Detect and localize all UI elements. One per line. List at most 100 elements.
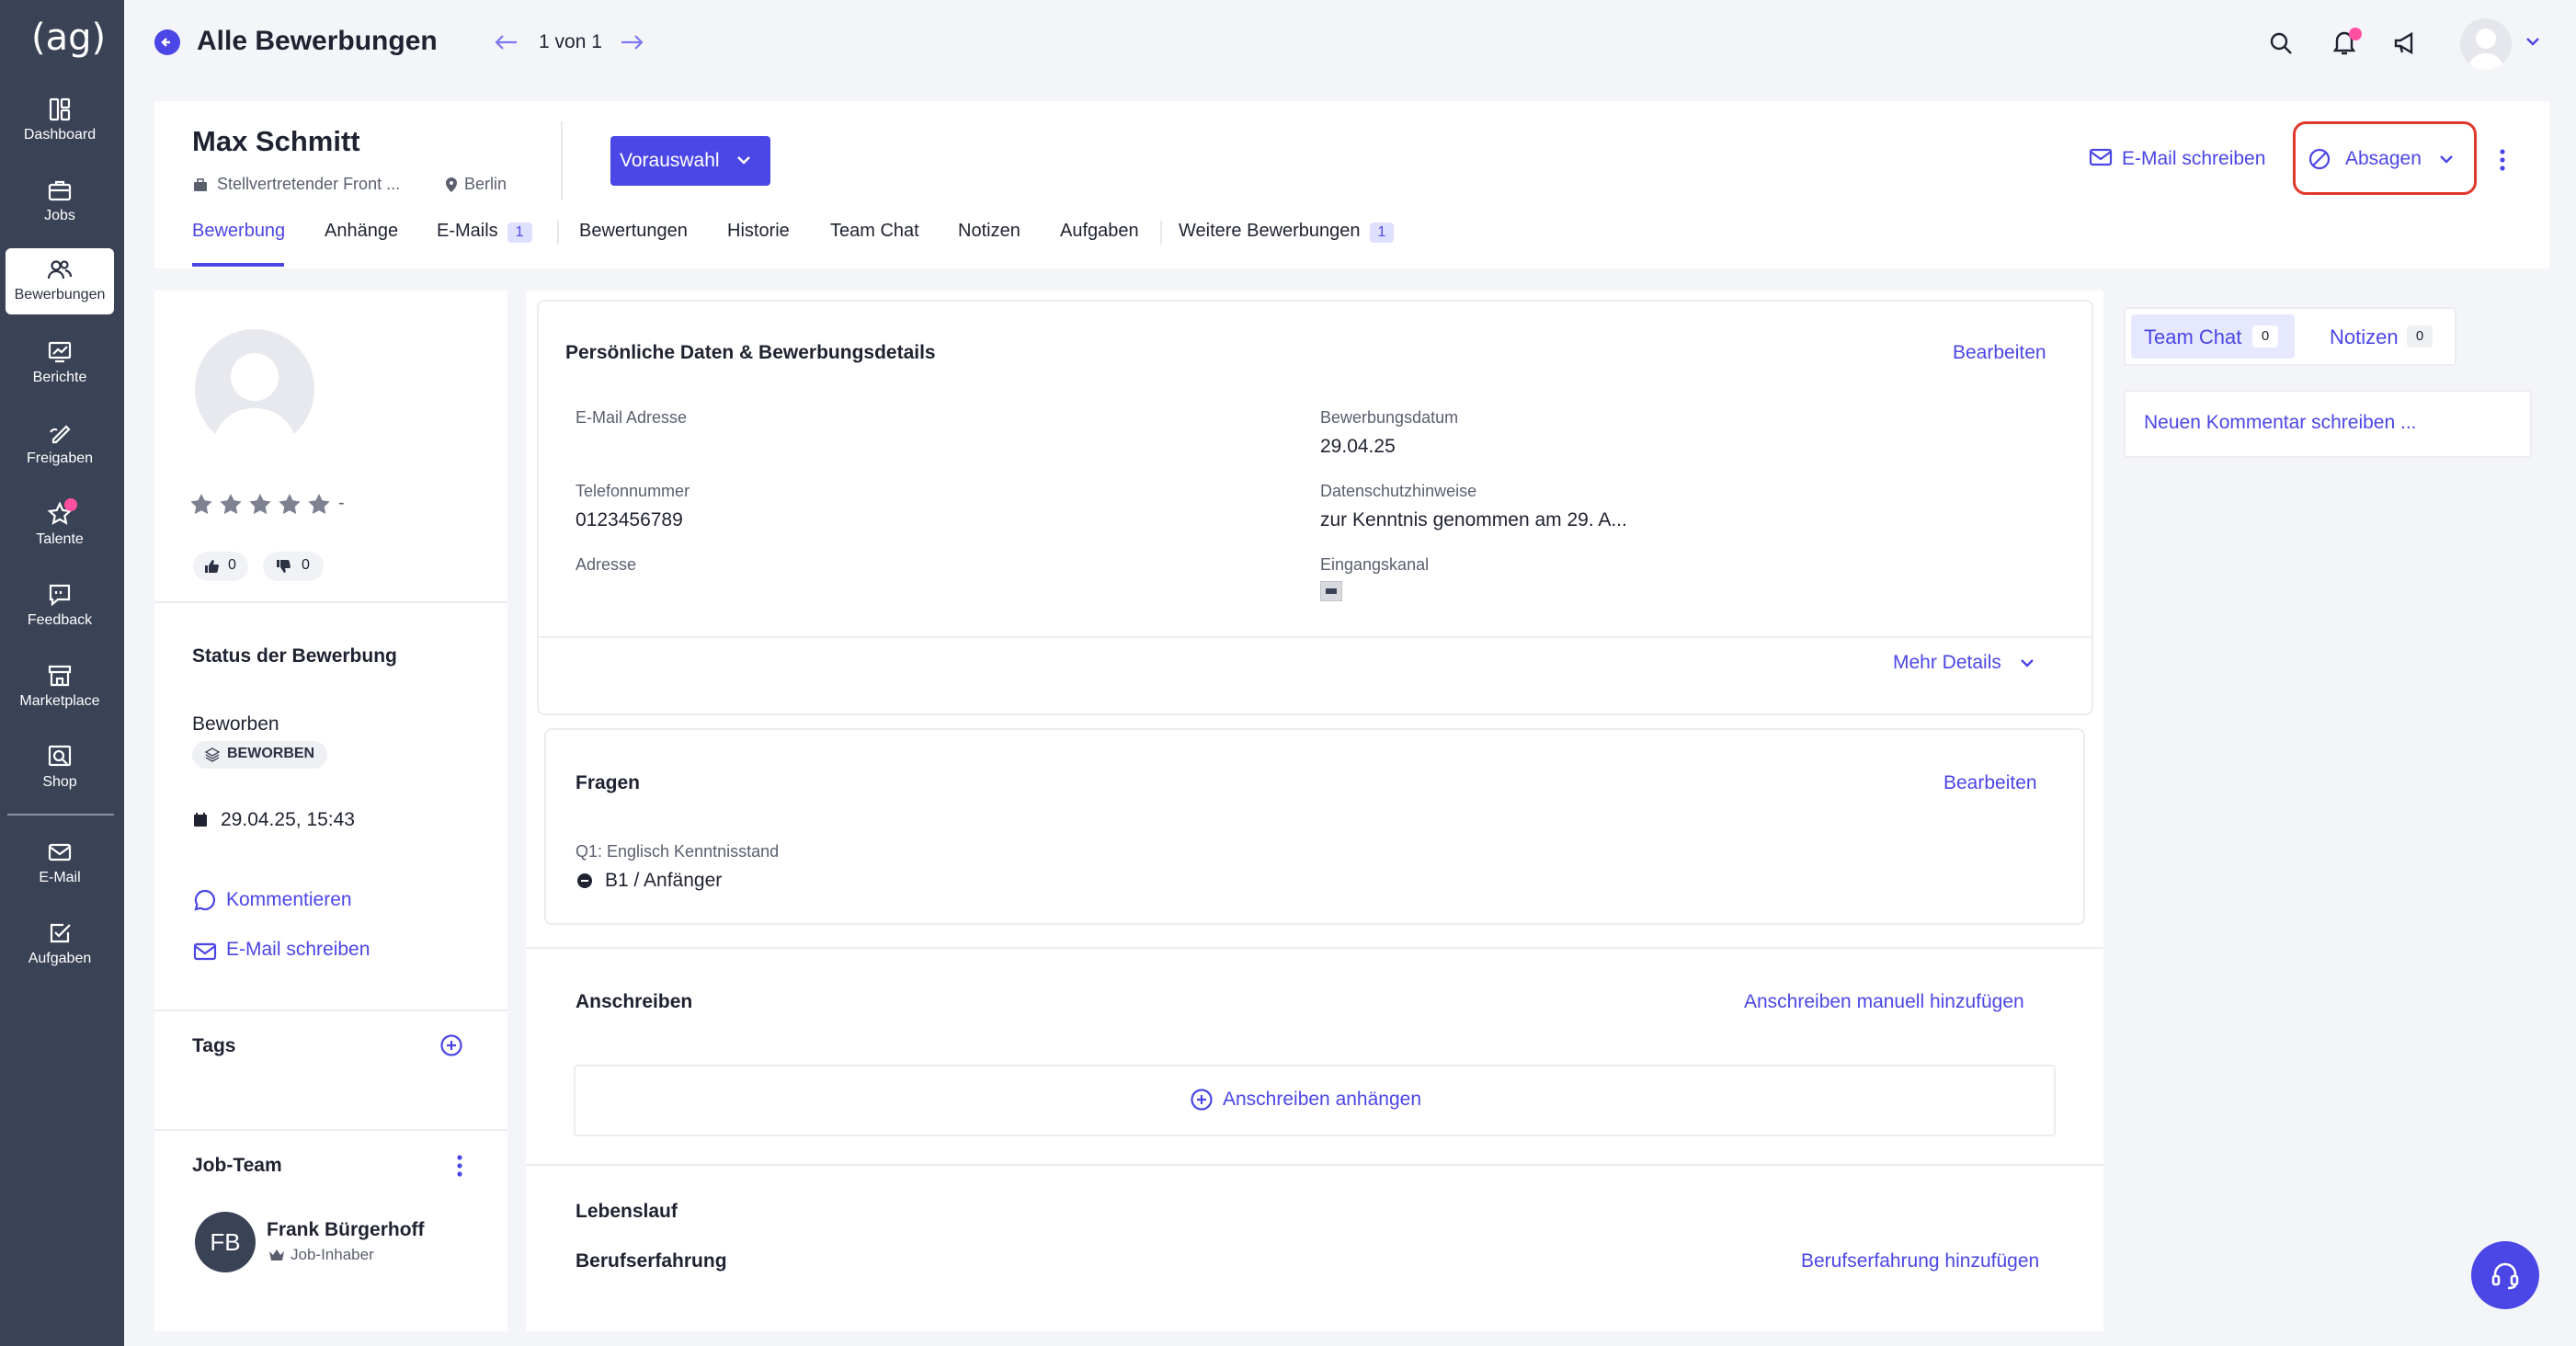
field-label: Datenschutzhinweise (1320, 482, 1477, 500)
status-badge: BEWORBEN (192, 741, 328, 769)
reject-button[interactable]: Absagen (2345, 148, 2422, 170)
mail-icon (193, 941, 217, 962)
tab-emails[interactable]: E-Mails 1 (437, 221, 532, 243)
comment-link[interactable]: Kommentieren (226, 889, 352, 911)
divider (557, 221, 559, 245)
sidebar-item-label: Talente (36, 531, 84, 547)
sidebar-item-label: Bewerbungen (14, 287, 106, 302)
megaphone-icon[interactable] (2392, 29, 2420, 57)
questions-title: Fragen (576, 772, 641, 793)
avatar[interactable] (2460, 18, 2512, 70)
status-date: 29.04.25, 15:43 (221, 809, 355, 830)
tab-weitere-bewerbungen[interactable]: Weitere Bewerbungen 1 (1179, 221, 1395, 243)
more-details-link[interactable]: Mehr Details (1893, 652, 2001, 674)
sidebar-item-marketplace[interactable]: Marketplace (6, 655, 114, 721)
sidebar-item-label: Marketplace (19, 693, 100, 709)
count-badge: 0 (2252, 325, 2278, 348)
field-label: Telefonnummer (576, 482, 690, 500)
sidebar-item-jobs[interactable]: Jobs (6, 169, 114, 235)
briefcase-icon (46, 177, 74, 204)
channel-icon (1320, 581, 1342, 601)
next-arrow-icon[interactable] (620, 31, 645, 53)
brand-logo[interactable]: (ag) (31, 17, 106, 63)
personal-edit-link[interactable]: Bearbeiten (1953, 342, 2046, 364)
field-label: Adresse (576, 555, 637, 574)
stage-button[interactable]: Vorauswahl (610, 136, 770, 186)
shop-icon (46, 743, 74, 770)
avatar: FB (195, 1212, 256, 1272)
sidebar-item-talente[interactable]: Talente (6, 493, 114, 559)
count-badge: 0 (2407, 325, 2433, 348)
divider (154, 1010, 507, 1011)
support-chat-button[interactable] (2471, 1241, 2539, 1309)
cover-add-manual-link[interactable]: Anschreiben manuell hinzufügen (1744, 991, 2024, 1013)
tab-notes-right[interactable]: Notizen 0 (2304, 314, 2449, 359)
like-button[interactable]: 0 (193, 552, 248, 581)
tab-notizen[interactable]: Notizen (958, 221, 1020, 242)
tab-count-badge: 1 (507, 222, 532, 243)
questions-edit-link[interactable]: Bearbeiten (1943, 772, 2037, 794)
sidebar-item-shop[interactable]: Shop (6, 736, 114, 802)
sidebar-item-dashboard[interactable]: Dashboard (6, 88, 114, 154)
tab-bewertungen[interactable]: Bewertungen (579, 221, 688, 242)
candidate-header (154, 101, 2549, 268)
divider (526, 1164, 2103, 1166)
email-link[interactable]: E-Mail schreiben (226, 939, 370, 961)
plus-circle-icon (1190, 1088, 1214, 1112)
field-label: Eingangskanal (1320, 555, 1430, 574)
mail-icon (2089, 147, 2113, 167)
more-vertical-icon[interactable] (2497, 147, 2508, 173)
tab-count-badge: 1 (1369, 222, 1395, 243)
sidebar-item-berichte[interactable]: Berichte (6, 331, 114, 397)
arrow-left-icon (161, 38, 170, 47)
cover-attach-link[interactable]: Anschreiben anhängen (1223, 1089, 1421, 1111)
field-value: 0123456789 (576, 509, 683, 530)
tab-bewerbung[interactable]: Bewerbung (192, 221, 285, 242)
prev-arrow-icon[interactable] (493, 31, 519, 53)
sidebar-item-freigaben[interactable]: Freigaben (6, 412, 114, 478)
tab-anhaenge[interactable]: Anhänge (325, 221, 398, 242)
tab-aufgaben[interactable]: Aufgaben (1060, 221, 1139, 242)
bell-icon[interactable] (2331, 28, 2362, 57)
more-vertical-icon[interactable] (454, 1153, 465, 1179)
status-badge-label: BEWORBEN (227, 746, 315, 761)
add-tag-button[interactable] (439, 1033, 463, 1057)
divider (526, 947, 2103, 949)
right-tab-label: Team Chat (2144, 325, 2242, 348)
email-write-button[interactable]: E-Mail schreiben (2122, 148, 2265, 170)
comment-placeholder: Neuen Kommentar schreiben ... (2144, 412, 2417, 433)
sidebar-item-bewerbungen[interactable]: Bewerbungen (6, 248, 114, 314)
comment-input[interactable]: Neuen Kommentar schreiben ... (2124, 390, 2532, 458)
users-icon (46, 256, 74, 283)
rating-stars[interactable] (189, 493, 333, 517)
back-button[interactable] (154, 29, 180, 55)
add-experience-link[interactable]: Berufserfahrung hinzufügen (1801, 1250, 2039, 1272)
sidebar-item-feedback[interactable]: Feedback (6, 574, 114, 640)
sidebar-item-label: Feedback (27, 612, 93, 628)
briefcase-icon (192, 177, 209, 193)
tab-team-chat-right[interactable]: Team Chat 0 (2131, 314, 2295, 359)
team-member-name: Frank Bürgerhoff (267, 1219, 425, 1240)
rating-dash: - (338, 493, 345, 513)
experience-title: Berufserfahrung (576, 1250, 727, 1272)
tasks-icon (46, 919, 74, 947)
layers-icon (205, 747, 220, 762)
candidate-name: Max Schmitt (192, 125, 360, 157)
mail-icon (46, 838, 74, 866)
tab-team-chat[interactable]: Team Chat (830, 221, 919, 242)
location-pin-icon (444, 177, 459, 193)
chevron-down-icon[interactable] (2525, 35, 2541, 48)
candidate-photo (195, 329, 314, 449)
chevron-down-icon[interactable] (2018, 657, 2036, 670)
tab-historie[interactable]: Historie (727, 221, 790, 242)
sidebar-item-email[interactable]: E-Mail (6, 831, 114, 897)
sidebar-item-aufgaben[interactable]: Aufgaben (6, 912, 114, 978)
status-value: Beworben (192, 713, 279, 735)
search-icon[interactable] (2267, 29, 2295, 57)
chevron-down-icon[interactable] (2438, 154, 2455, 166)
pen-icon (46, 419, 74, 447)
dislike-button[interactable]: 0 (263, 552, 324, 581)
sidebar-item-label: Freigaben (26, 451, 94, 466)
notification-dot (2349, 28, 2362, 40)
like-count: 0 (228, 557, 236, 573)
